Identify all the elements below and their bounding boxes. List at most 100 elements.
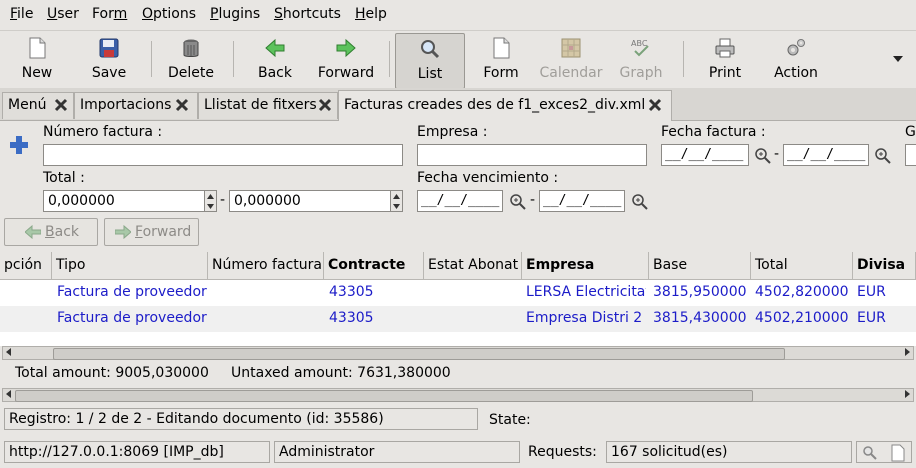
tab-llistat-de-fitxers[interactable]: Llistat de fitxers: [198, 92, 338, 119]
calendar-view-button[interactable]: Calendar: [538, 33, 604, 87]
column-header-numero-factura[interactable]: Número factura: [208, 252, 324, 280]
calendar-icon: [561, 38, 581, 58]
total-from-input[interactable]: 0,000000: [43, 190, 205, 212]
fecha-vencimiento-to-input[interactable]: __/__/____: [539, 190, 625, 212]
cell-tipo: Factura de proveedor: [57, 284, 207, 300]
tab-menu[interactable]: Menú: [2, 92, 74, 119]
action-button[interactable]: Action: [762, 33, 830, 87]
column-header-descripcion[interactable]: pción: [0, 252, 52, 280]
total-to-stepper[interactable]: [391, 190, 403, 212]
form-view-button[interactable]: Form: [468, 33, 534, 87]
menu-options[interactable]: Options: [142, 6, 196, 22]
date-range-separator: -: [530, 192, 536, 208]
column-header-empresa[interactable]: Empresa: [522, 252, 649, 280]
close-icon[interactable]: [54, 98, 68, 112]
toolbar-separator: [389, 41, 390, 77]
stepper-down-icon[interactable]: [207, 204, 214, 209]
new-request-icon[interactable]: [890, 444, 906, 462]
zoom-icon[interactable]: [509, 193, 527, 211]
cell-contracte: 43305: [329, 310, 374, 326]
server-url: http://127.0.0.1:8069 [IMP_db]: [4, 441, 270, 463]
scroll-right-arrow-icon[interactable]: [905, 390, 910, 398]
empresa-input[interactable]: [417, 144, 647, 166]
fecha-vencimiento-label: Fecha vencimiento :: [417, 170, 559, 186]
tab-facturas-creades[interactable]: Facturas creades des de f1_exces2_div.xm…: [338, 90, 672, 121]
menu-form[interactable]: Form: [92, 6, 127, 22]
cut-off-input[interactable]: [905, 144, 916, 166]
total-to-input[interactable]: 0,000000: [229, 190, 391, 212]
search-back-button[interactable]: Back: [4, 218, 98, 246]
current-user: Administrator: [274, 441, 520, 463]
print-button[interactable]: Print: [692, 33, 758, 87]
scrollbar-thumb[interactable]: [53, 348, 785, 360]
requests-count: 167 solicitud(es): [606, 441, 852, 463]
floppy-disk-icon: [99, 38, 119, 58]
toolbar-overflow-arrow-icon[interactable]: [893, 55, 903, 63]
scroll-left-arrow-icon[interactable]: [6, 348, 11, 356]
stepper-down-icon[interactable]: [393, 204, 400, 209]
column-header-estat-abonat[interactable]: Estat Abonat: [424, 252, 522, 280]
close-icon[interactable]: [175, 98, 189, 112]
cell-base: 3815,430000: [653, 310, 747, 326]
menu-plugins[interactable]: Plugins: [210, 6, 260, 22]
menubar: File User Form Options Plugins Shortcuts…: [0, 0, 916, 30]
total-amount: Total amount: 9005,030000: [15, 365, 209, 381]
save-button[interactable]: Save: [76, 33, 142, 87]
close-icon[interactable]: [648, 98, 662, 112]
menu-user[interactable]: User: [47, 6, 79, 22]
search-requests-icon[interactable]: [862, 445, 878, 461]
new-button[interactable]: New: [4, 33, 70, 87]
menu-shortcuts[interactable]: Shortcuts: [274, 6, 341, 22]
zoom-icon[interactable]: [631, 193, 649, 211]
delete-button[interactable]: Delete: [158, 33, 224, 87]
table-horizontal-scrollbar[interactable]: [2, 346, 914, 360]
menu-file[interactable]: File: [10, 6, 33, 22]
requests-label: Requests:: [528, 444, 597, 460]
forward-button[interactable]: Forward: [312, 33, 380, 87]
graph-view-button[interactable]: ABC Graph: [608, 33, 674, 87]
total-label: Total :: [43, 170, 85, 186]
fecha-factura-from-input[interactable]: __/__/____: [661, 144, 749, 166]
record-status: Registro: 1 / 2 de 2 - Editando document…: [4, 408, 478, 430]
untaxed-amount: Untaxed amount: 7631,380000: [231, 365, 451, 381]
plus-icon[interactable]: [9, 135, 29, 155]
menu-help[interactable]: Help: [355, 6, 387, 22]
toolbar-separator: [151, 41, 152, 77]
zoom-icon[interactable]: [874, 147, 892, 165]
svg-text:ABC: ABC: [631, 39, 648, 48]
arrow-right-icon: [115, 225, 131, 239]
stepper-up-icon[interactable]: [393, 194, 400, 199]
total-from-stepper[interactable]: [205, 190, 217, 212]
toolbar-separator: [233, 41, 234, 77]
column-header-tipo[interactable]: Tipo: [52, 252, 208, 280]
list-view-button[interactable]: List: [395, 33, 465, 89]
footer-buttons: [856, 441, 912, 463]
column-header-total[interactable]: Total: [751, 252, 853, 280]
stepper-up-icon[interactable]: [207, 194, 214, 199]
close-icon[interactable]: [318, 98, 332, 112]
scroll-right-arrow-icon[interactable]: [905, 348, 910, 356]
search-forward-button[interactable]: Forward: [104, 218, 199, 246]
zoom-icon[interactable]: [754, 147, 772, 165]
cell-total: 4502,820000: [755, 284, 849, 300]
scroll-left-arrow-icon[interactable]: [6, 390, 11, 398]
cut-off-label: G: [905, 124, 916, 140]
column-header-base[interactable]: Base: [649, 252, 751, 280]
cell-total: 4502,210000: [755, 310, 849, 326]
magnifier-icon: [421, 40, 440, 59]
state-label: State:: [489, 412, 531, 428]
back-button[interactable]: Back: [242, 33, 308, 87]
column-header-contracte[interactable]: Contracte: [324, 252, 424, 280]
fecha-vencimiento-from-input[interactable]: __/__/____: [417, 190, 503, 212]
table-row[interactable]: Factura de proveedor 43305 LERSA Electri…: [0, 280, 916, 306]
form-horizontal-scrollbar[interactable]: [2, 388, 914, 402]
scrollbar-thumb[interactable]: [15, 390, 753, 402]
fecha-factura-to-input[interactable]: __/__/____: [783, 144, 869, 166]
date-range-separator: -: [774, 146, 780, 162]
numero-factura-input[interactable]: [43, 144, 403, 166]
column-header-divisa[interactable]: Divisa: [853, 252, 916, 280]
tab-importacions[interactable]: Importacions: [74, 92, 198, 119]
spellcheck-graph-icon: ABC: [631, 39, 649, 57]
gears-icon: [787, 39, 805, 56]
table-row[interactable]: Factura de proveedor 43305 Empresa Distr…: [0, 306, 916, 332]
